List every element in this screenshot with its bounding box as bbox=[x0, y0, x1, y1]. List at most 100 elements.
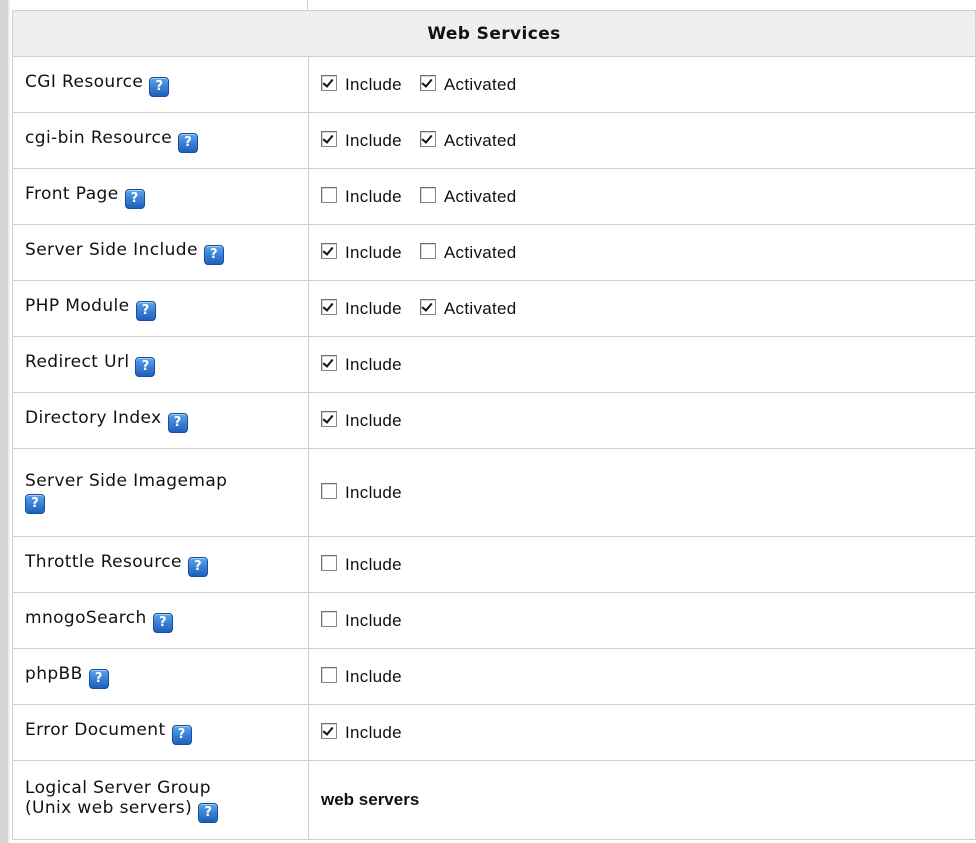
help-icon[interactable]: ? bbox=[203, 245, 224, 265]
activated-checkbox[interactable] bbox=[419, 130, 436, 147]
include-checkbox[interactable] bbox=[321, 186, 337, 203]
row-label-cell: Front Page? bbox=[12, 168, 309, 225]
row-options-cell: Include bbox=[308, 536, 976, 593]
include-option[interactable]: Include bbox=[321, 610, 402, 631]
table-row: Throttle Resource? Include bbox=[12, 536, 976, 593]
row-label-cell: CGI Resource? bbox=[12, 56, 309, 113]
activated-option[interactable]: Activated bbox=[419, 186, 517, 207]
include-option[interactable]: Include bbox=[321, 410, 402, 431]
help-icon[interactable]: ? bbox=[171, 725, 192, 745]
include-checkbox[interactable] bbox=[321, 666, 337, 683]
include-checkbox[interactable] bbox=[321, 242, 337, 259]
row-label: Throttle Resource bbox=[25, 552, 182, 572]
help-icon[interactable]: ? bbox=[25, 494, 45, 514]
include-option[interactable]: Include bbox=[321, 130, 402, 151]
table-row: PHP Module? Include Activated bbox=[12, 280, 976, 337]
section-title: Web Services bbox=[12, 10, 976, 57]
activated-option[interactable]: Activated bbox=[419, 242, 517, 263]
activated-option[interactable]: Activated bbox=[419, 298, 517, 319]
include-option[interactable]: Include bbox=[321, 242, 402, 263]
activated-option[interactable]: Activated bbox=[419, 74, 517, 95]
row-label: CGI Resource bbox=[25, 72, 144, 92]
row-label: PHP Module bbox=[25, 296, 130, 316]
row-label: Front Page bbox=[25, 184, 119, 204]
row-label: Error Document bbox=[25, 720, 166, 740]
activated-checkbox[interactable] bbox=[419, 186, 436, 203]
include-label: Include bbox=[345, 74, 402, 94]
include-checkbox[interactable] bbox=[321, 130, 337, 147]
include-checkbox[interactable] bbox=[321, 554, 337, 571]
activated-checkbox[interactable] bbox=[419, 74, 436, 91]
table-row: Server Side Include? Include Activated bbox=[12, 224, 976, 281]
row-label-cell: mnogoSearch? bbox=[12, 592, 309, 649]
help-icon[interactable]: ? bbox=[135, 301, 156, 321]
row-options-cell: Include Activated bbox=[308, 112, 976, 169]
help-icon[interactable]: ? bbox=[88, 669, 109, 689]
logical-group-value: web servers bbox=[321, 790, 420, 809]
include-option[interactable]: Include bbox=[321, 722, 402, 743]
table-row: Server Side Imagemap? Include bbox=[12, 448, 976, 537]
include-option[interactable]: Include bbox=[321, 482, 402, 503]
include-option[interactable]: Include bbox=[321, 74, 402, 95]
help-icon[interactable]: ? bbox=[124, 189, 145, 209]
row-label: Server Side Imagemap bbox=[25, 471, 228, 491]
include-label: Include bbox=[345, 130, 402, 150]
include-label: Include bbox=[345, 354, 402, 374]
include-option[interactable]: Include bbox=[321, 298, 402, 319]
row-label-cell: phpBB? bbox=[12, 648, 309, 705]
table-row: Redirect Url? Include bbox=[12, 336, 976, 393]
include-checkbox[interactable] bbox=[321, 482, 337, 499]
logical-group-label-line1: Logical Server Group bbox=[25, 777, 211, 798]
include-option[interactable]: Include bbox=[321, 554, 402, 575]
help-icon[interactable]: ? bbox=[149, 77, 170, 97]
table-row: Error Document? Include bbox=[12, 704, 976, 761]
row-label: mnogoSearch bbox=[25, 608, 147, 628]
include-checkbox[interactable] bbox=[321, 610, 337, 627]
row-label: phpBB bbox=[25, 664, 83, 684]
activated-label: Activated bbox=[443, 242, 517, 262]
row-label-cell: Throttle Resource? bbox=[12, 536, 309, 593]
include-option[interactable]: Include bbox=[321, 186, 402, 207]
row-label: Redirect Url bbox=[25, 352, 130, 372]
help-icon[interactable]: ? bbox=[178, 133, 199, 153]
row-label-cell: cgi-bin Resource? bbox=[12, 112, 309, 169]
row-options-cell: Include bbox=[308, 392, 976, 449]
activated-label: Activated bbox=[443, 298, 517, 318]
include-checkbox[interactable] bbox=[321, 298, 337, 315]
activated-label: Activated bbox=[443, 74, 517, 94]
include-checkbox[interactable] bbox=[321, 410, 337, 427]
top-gap bbox=[10, 0, 976, 10]
include-label: Include bbox=[345, 482, 402, 502]
row-label-cell: Redirect Url? bbox=[12, 336, 309, 393]
help-icon[interactable]: ? bbox=[135, 357, 156, 377]
help-icon[interactable]: ? bbox=[167, 413, 188, 433]
help-icon[interactable]: ? bbox=[152, 613, 173, 633]
include-checkbox[interactable] bbox=[321, 74, 337, 91]
include-label: Include bbox=[345, 242, 402, 262]
row-options-cell: Include bbox=[308, 448, 976, 537]
activated-checkbox[interactable] bbox=[419, 242, 436, 259]
row-options-cell: Include Activated bbox=[308, 280, 976, 337]
row-options-cell: Include bbox=[308, 648, 976, 705]
table-row: cgi-bin Resource? Include Activated bbox=[12, 112, 976, 169]
table-row: mnogoSearch? Include bbox=[12, 592, 976, 649]
logical-group-value-cell: web servers bbox=[308, 760, 976, 840]
help-icon[interactable]: ? bbox=[198, 802, 219, 823]
help-icon[interactable]: ? bbox=[187, 557, 208, 577]
logical-group-label-line2: (Unix web servers) bbox=[25, 797, 193, 818]
web-services-table: Web Services CGI Resource? Include Activa… bbox=[12, 10, 976, 840]
include-label: Include bbox=[345, 298, 402, 318]
include-option[interactable]: Include bbox=[321, 666, 402, 687]
row-label-cell: Error Document? bbox=[12, 704, 309, 761]
row-label-cell: Server Side Include? bbox=[12, 224, 309, 281]
include-label: Include bbox=[345, 722, 402, 742]
activated-checkbox[interactable] bbox=[419, 298, 436, 315]
include-checkbox[interactable] bbox=[321, 722, 337, 739]
include-label: Include bbox=[345, 610, 402, 630]
include-label: Include bbox=[345, 554, 402, 574]
activated-option[interactable]: Activated bbox=[419, 130, 517, 151]
table-row: CGI Resource? Include Activated bbox=[12, 56, 976, 113]
include-checkbox[interactable] bbox=[321, 354, 337, 371]
include-option[interactable]: Include bbox=[321, 354, 402, 375]
row-options-cell: Include Activated bbox=[308, 56, 976, 113]
